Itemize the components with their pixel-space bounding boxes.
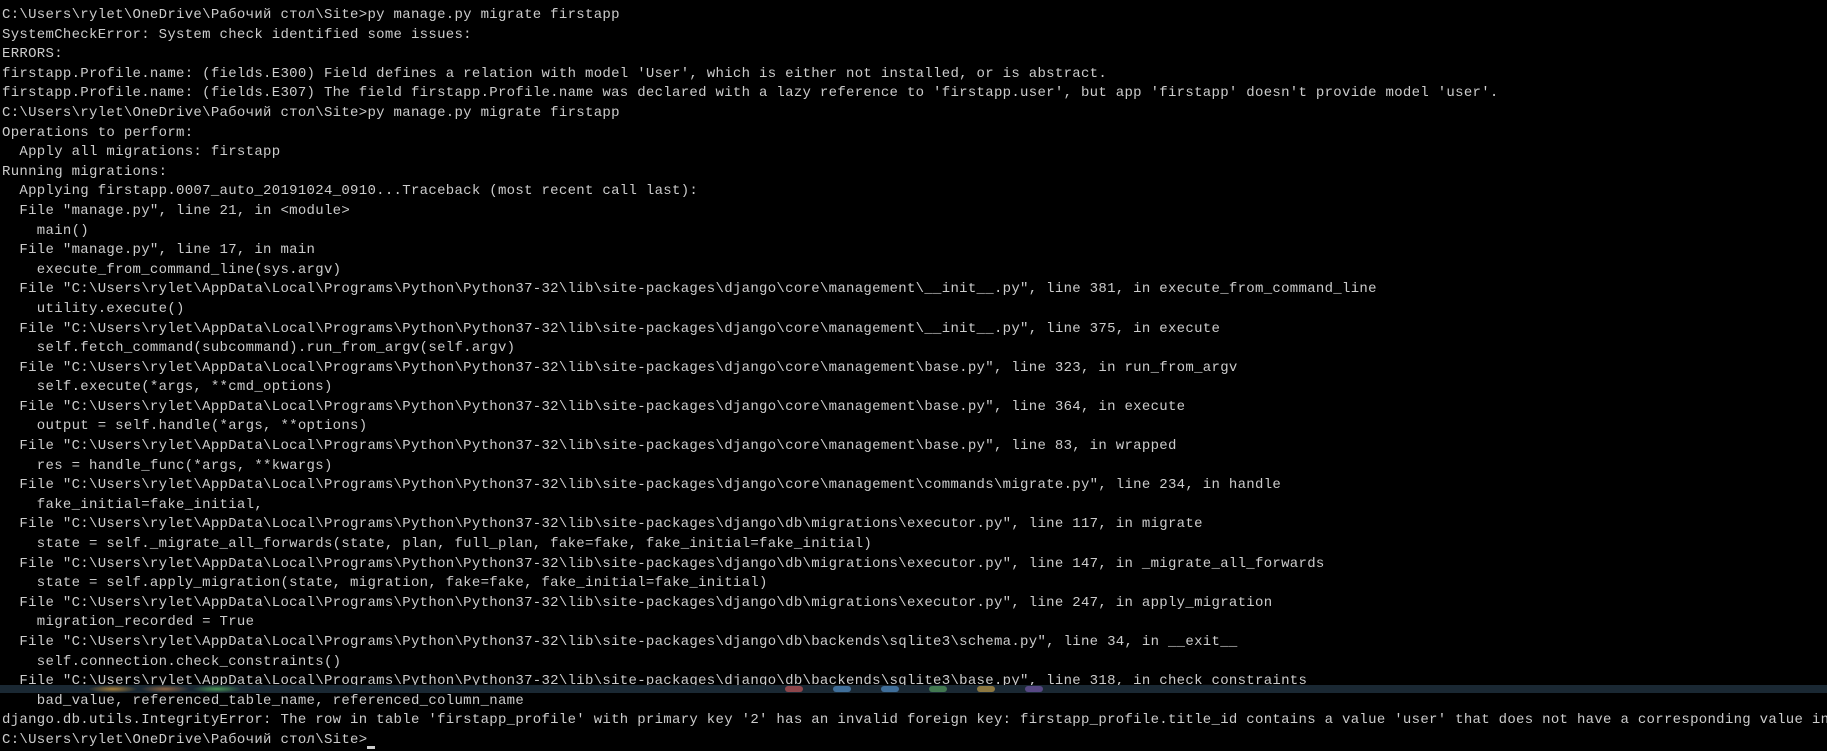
taskbar-app-icon[interactable] bbox=[192, 685, 242, 693]
terminal-line: File "C:\Users\rylet\AppData\Local\Progr… bbox=[2, 515, 1825, 535]
terminal-line: File "C:\Users\rylet\AppData\Local\Progr… bbox=[2, 359, 1825, 379]
terminal-line: bad_value, referenced_table_name, refere… bbox=[2, 692, 1825, 712]
terminal-line: File "C:\Users\rylet\AppData\Local\Progr… bbox=[2, 633, 1825, 653]
terminal-line: File "C:\Users\rylet\AppData\Local\Progr… bbox=[2, 320, 1825, 340]
terminal-line: self.execute(*args, **cmd_options) bbox=[2, 378, 1825, 398]
terminal-line: C:\Users\rylet\OneDrive\Рабочий стол\Sit… bbox=[2, 6, 1825, 26]
taskbar-app-icon[interactable] bbox=[833, 686, 851, 692]
taskbar[interactable] bbox=[0, 685, 1827, 693]
terminal-line: output = self.handle(*args, **options) bbox=[2, 417, 1825, 437]
terminal-line: SystemCheckError: System check identifie… bbox=[2, 26, 1825, 46]
terminal-line: main() bbox=[2, 222, 1825, 242]
taskbar-app-icon[interactable] bbox=[977, 686, 995, 692]
terminal-line: Operations to perform: bbox=[2, 124, 1825, 144]
terminal-line: ERRORS: bbox=[2, 45, 1825, 65]
taskbar-center-icons bbox=[785, 686, 1043, 692]
terminal-line: execute_from_command_line(sys.argv) bbox=[2, 261, 1825, 281]
current-prompt: C:\Users\rylet\OneDrive\Рабочий стол\Sit… bbox=[2, 732, 367, 748]
terminal-line: File "C:\Users\rylet\AppData\Local\Progr… bbox=[2, 398, 1825, 418]
terminal-line: state = self.apply_migration(state, migr… bbox=[2, 574, 1825, 594]
taskbar-app-icon[interactable] bbox=[1025, 686, 1043, 692]
terminal-line: self.connection.check_constraints() bbox=[2, 653, 1825, 673]
taskbar-app-icon[interactable] bbox=[140, 685, 190, 693]
terminal-line: File "manage.py", line 21, in <module> bbox=[2, 202, 1825, 222]
terminal-line: File "C:\Users\rylet\AppData\Local\Progr… bbox=[2, 280, 1825, 300]
taskbar-app-icon[interactable] bbox=[88, 685, 138, 693]
terminal-line: utility.execute() bbox=[2, 300, 1825, 320]
cursor-icon bbox=[367, 746, 375, 749]
taskbar-app-icon[interactable] bbox=[881, 686, 899, 692]
terminal-line: res = handle_func(*args, **kwargs) bbox=[2, 457, 1825, 477]
terminal-line: Applying firstapp.0007_auto_20191024_091… bbox=[2, 182, 1825, 202]
terminal-line: firstapp.Profile.name: (fields.E300) Fie… bbox=[2, 65, 1825, 85]
terminal-line: File "C:\Users\rylet\AppData\Local\Progr… bbox=[2, 476, 1825, 496]
terminal-line: File "C:\Users\rylet\AppData\Local\Progr… bbox=[2, 594, 1825, 614]
terminal-line: self.fetch_command(subcommand).run_from_… bbox=[2, 339, 1825, 359]
terminal-line: firstapp.Profile.name: (fields.E307) The… bbox=[2, 84, 1825, 104]
taskbar-app-icon[interactable] bbox=[785, 686, 803, 692]
terminal-line: Running migrations: bbox=[2, 163, 1825, 183]
terminal-line: django.db.utils.IntegrityError: The row … bbox=[2, 711, 1825, 731]
terminal-line: migration_recorded = True bbox=[2, 613, 1825, 633]
taskbar-app-icon[interactable] bbox=[929, 686, 947, 692]
terminal-line: File "manage.py", line 17, in main bbox=[2, 241, 1825, 261]
terminal-line: C:\Users\rylet\OneDrive\Рабочий стол\Sit… bbox=[2, 104, 1825, 124]
terminal-line: File "C:\Users\rylet\AppData\Local\Progr… bbox=[2, 555, 1825, 575]
terminal-line: fake_initial=fake_initial, bbox=[2, 496, 1825, 516]
terminal-line: Apply all migrations: firstapp bbox=[2, 143, 1825, 163]
terminal-line: File "C:\Users\rylet\AppData\Local\Progr… bbox=[2, 437, 1825, 457]
terminal-output[interactable]: C:\Users\rylet\OneDrive\Рабочий стол\Sit… bbox=[2, 6, 1825, 751]
terminal-line: state = self._migrate_all_forwards(state… bbox=[2, 535, 1825, 555]
